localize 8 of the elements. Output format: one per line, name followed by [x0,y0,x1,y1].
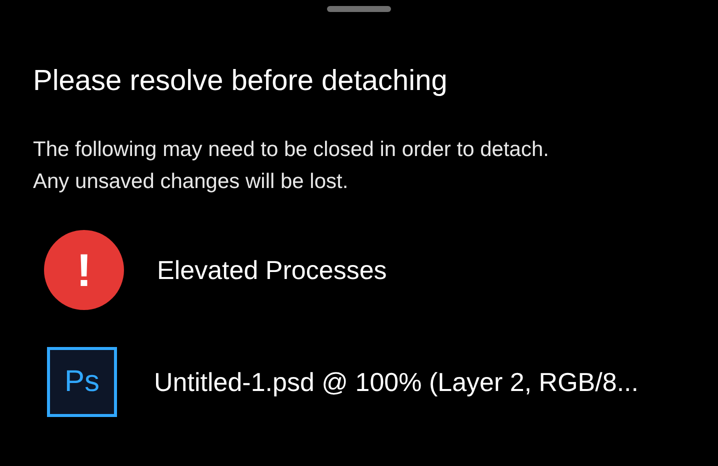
app-icon: Ps [47,347,117,417]
item-label: Untitled-1.psd @ 100% (Layer 2, RGB/8... [154,366,639,398]
warning-icon: ! [44,230,124,310]
item-label: Elevated Processes [157,254,387,286]
description-text: Any unsaved changes will be lost. [33,169,350,195]
dialog-title: Please resolve before detaching [33,64,448,99]
drag-handle[interactable] [327,6,391,12]
description-text: The following may need to be closed in order to detach. [33,137,550,163]
